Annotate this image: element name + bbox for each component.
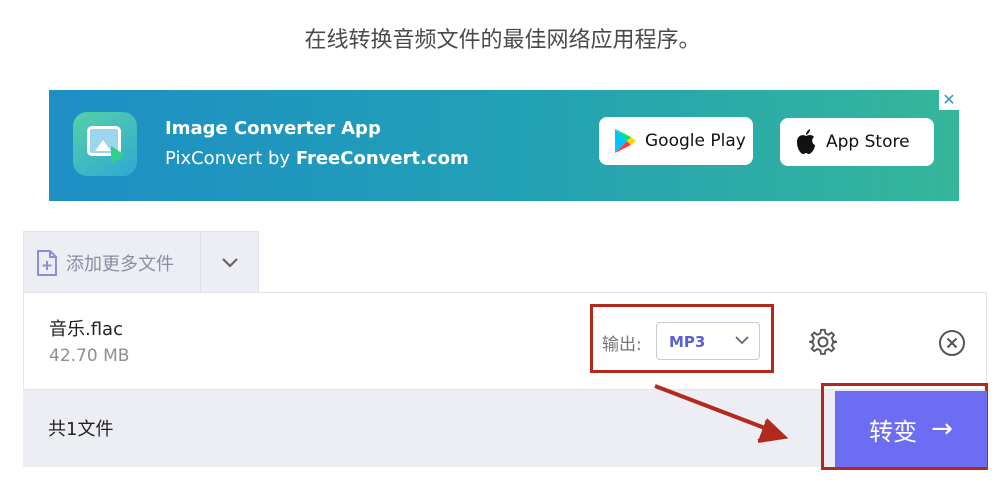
close-ad-icon[interactable]: ✕ — [939, 90, 959, 110]
output-label: 输出: — [602, 335, 642, 355]
google-play-label: Google Play — [645, 131, 746, 151]
remove-file-icon[interactable] — [938, 329, 966, 357]
add-file-icon — [37, 250, 57, 276]
file-name: 音乐.flac — [49, 319, 123, 340]
convert-label: 转变 — [869, 417, 918, 446]
chevron-down-icon — [735, 336, 749, 345]
google-play-icon — [615, 129, 636, 153]
page-headline: 在线转换音频文件的最佳网络应用程序。 — [304, 28, 701, 53]
add-more-files-button[interactable]: 添加更多文件 — [24, 232, 200, 294]
output-format-select[interactable]: MP3 — [656, 322, 760, 360]
arrow-right-icon: → — [931, 414, 953, 444]
file-row: 音乐.flac 42.70 MB 输出: MP3 — [23, 292, 987, 390]
app-store-button[interactable]: App Store — [780, 118, 934, 166]
google-play-button[interactable]: Google Play — [599, 117, 753, 165]
add-files-dropdown[interactable] — [201, 232, 259, 294]
add-files-bar: 添加更多文件 — [23, 231, 259, 294]
image-converter-app-icon — [73, 112, 137, 176]
apple-icon — [797, 129, 815, 154]
output-format-highlight: 输出: MP3 — [590, 304, 774, 373]
app-store-label: App Store — [826, 132, 910, 152]
convert-button[interactable]: 转变 → — [835, 391, 987, 467]
ad-title: Image Converter App — [165, 118, 381, 139]
add-more-files-label: 添加更多文件 — [66, 254, 174, 275]
file-count: 共1文件 — [48, 419, 114, 440]
gear-icon[interactable] — [808, 327, 838, 357]
file-size: 42.70 MB — [49, 346, 130, 366]
chevron-down-icon — [222, 258, 238, 268]
output-format-value: MP3 — [669, 333, 706, 351]
ad-subtitle: PixConvert by FreeConvert.com — [165, 148, 469, 169]
ad-banner[interactable]: ✕ Image Converter App PixConvert by Free… — [49, 90, 959, 201]
